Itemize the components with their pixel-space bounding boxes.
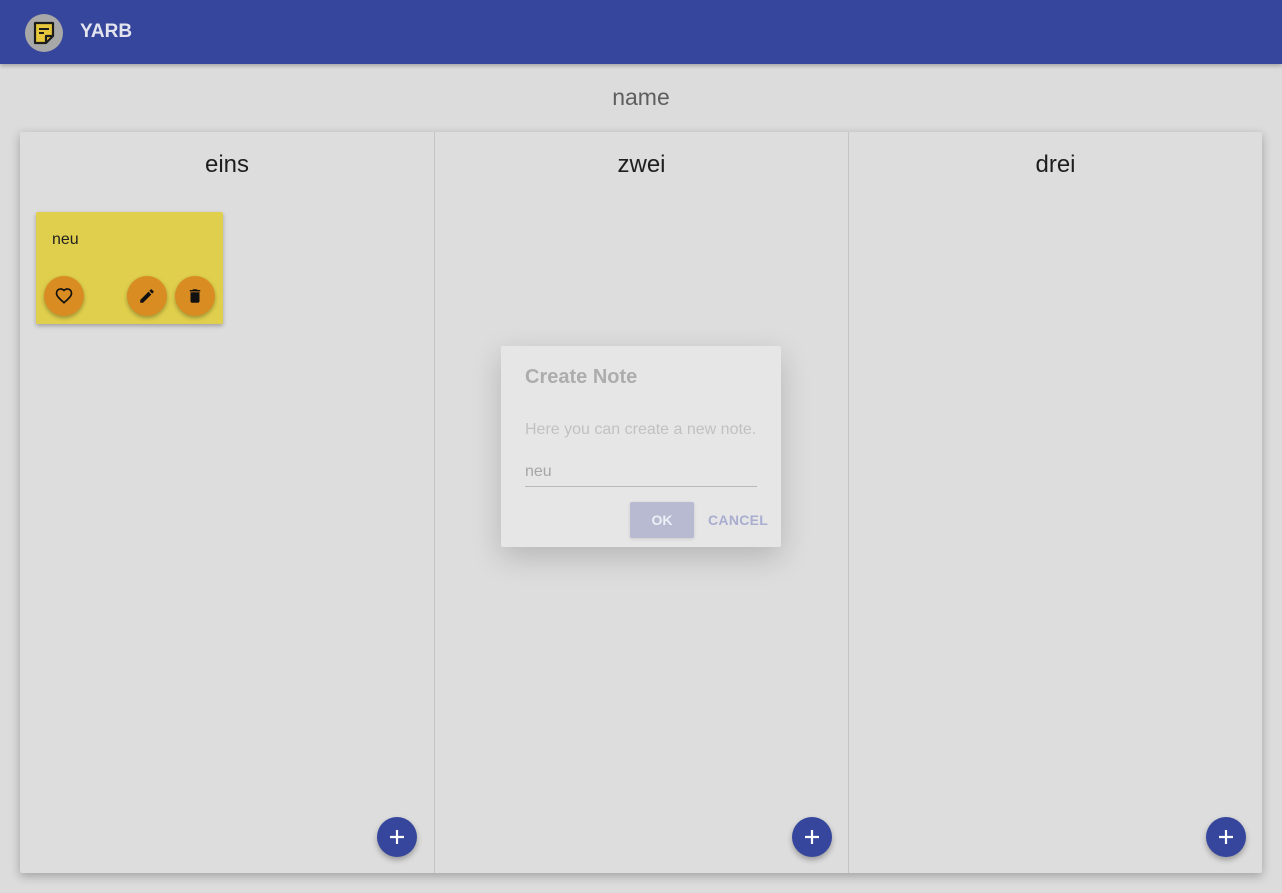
column-drei: drei [848, 132, 1262, 873]
create-note-dialog: Create Note Here you can create a new no… [501, 346, 781, 547]
add-note-button[interactable] [1206, 817, 1246, 857]
app-bar: YARB [0, 0, 1282, 64]
pencil-icon [140, 289, 154, 303]
column-title[interactable]: eins [20, 150, 434, 180]
edit-note-button[interactable] [127, 276, 167, 316]
note-icon [33, 21, 55, 45]
plus-icon [390, 830, 404, 844]
ok-button[interactable]: OK [630, 502, 694, 538]
add-note-button[interactable] [377, 817, 417, 857]
delete-note-button[interactable] [175, 276, 215, 316]
app-logo[interactable] [25, 14, 63, 52]
column-title[interactable]: drei [849, 150, 1262, 180]
board-name[interactable]: name [0, 82, 1282, 112]
dialog-description: Here you can create a new note. [525, 421, 757, 438]
column-title[interactable]: zwei [435, 150, 848, 180]
note-text: neu [52, 231, 79, 248]
dialog-title: Create Note [525, 366, 638, 388]
plus-icon [805, 830, 819, 844]
cancel-button[interactable]: CANCEL [702, 502, 774, 538]
note-card[interactable]: neu [36, 212, 223, 324]
app-title: YARB [80, 21, 133, 42]
trash-icon [189, 289, 201, 303]
column-eins: eins neu [20, 132, 434, 873]
note-text-input[interactable] [525, 458, 757, 487]
add-note-button[interactable] [792, 817, 832, 857]
plus-icon [1219, 830, 1233, 844]
favorite-button[interactable] [44, 276, 84, 316]
heart-icon [55, 288, 73, 304]
